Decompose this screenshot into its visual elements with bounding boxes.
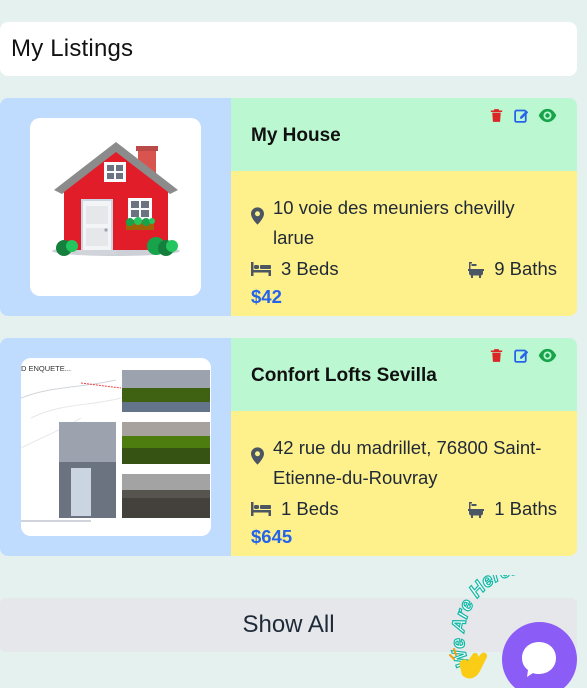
beds-label: 1 Beds bbox=[281, 498, 339, 519]
listing-baths: 1 Baths bbox=[468, 498, 557, 520]
bed-icon bbox=[251, 262, 271, 276]
eye-icon[interactable] bbox=[538, 347, 557, 364]
listing-image-panel bbox=[0, 98, 231, 316]
listing-beds: 3 Beds bbox=[251, 258, 339, 280]
eye-icon[interactable] bbox=[538, 107, 557, 124]
listing-card[interactable]: D ENQUETE... Confort Lofts Sevilla 42 ru… bbox=[0, 338, 577, 556]
bath-icon bbox=[468, 501, 485, 518]
listing-details: 42 rue du madrillet, 76800 Saint-Etienne… bbox=[231, 411, 577, 556]
listing-card[interactable]: My House 10 voie des meuniers chevilly l… bbox=[0, 98, 577, 316]
trash-icon[interactable] bbox=[488, 347, 505, 364]
listing-price: $645 bbox=[251, 526, 293, 547]
listing-title[interactable]: My House bbox=[251, 125, 341, 147]
listing-image[interactable] bbox=[30, 118, 201, 296]
listing-address: 42 rue du madrillet, 76800 Saint-Etienne… bbox=[273, 437, 542, 488]
map-pin-icon bbox=[251, 207, 264, 225]
edit-icon[interactable] bbox=[513, 347, 530, 364]
listing-actions bbox=[488, 107, 557, 124]
beds-label: 3 Beds bbox=[281, 258, 339, 279]
listing-title[interactable]: Confort Lofts Sevilla bbox=[251, 365, 437, 387]
collage-caption: D ENQUETE... bbox=[21, 364, 71, 373]
edit-icon[interactable] bbox=[513, 107, 530, 124]
map-pin-icon bbox=[251, 447, 264, 465]
listing-price: $42 bbox=[251, 286, 282, 307]
chat-button[interactable] bbox=[502, 622, 577, 688]
page-header: My Listings bbox=[0, 22, 577, 76]
baths-label: 1 Baths bbox=[494, 498, 557, 519]
page-title: My Listings bbox=[11, 35, 134, 62]
listing-header: Confort Lofts Sevilla bbox=[231, 338, 577, 411]
photo-collage-image: D ENQUETE... bbox=[21, 358, 211, 536]
listing-baths: 9 Baths bbox=[468, 258, 557, 280]
listing-header: My House bbox=[231, 98, 577, 171]
bath-icon bbox=[468, 261, 485, 278]
listing-image[interactable]: D ENQUETE... bbox=[21, 358, 211, 536]
listing-actions bbox=[488, 347, 557, 364]
listing-address: 10 voie des meuniers chevilly larue bbox=[273, 197, 515, 248]
listing-image-panel: D ENQUETE... bbox=[0, 338, 231, 556]
trash-icon[interactable] bbox=[488, 107, 505, 124]
listing-beds: 1 Beds bbox=[251, 498, 339, 520]
chat-icon bbox=[522, 642, 556, 677]
bed-icon bbox=[251, 502, 271, 516]
house-image bbox=[52, 142, 180, 256]
baths-label: 9 Baths bbox=[494, 258, 557, 279]
listing-details: 10 voie des meuniers chevilly larue 3 Be… bbox=[231, 171, 577, 316]
